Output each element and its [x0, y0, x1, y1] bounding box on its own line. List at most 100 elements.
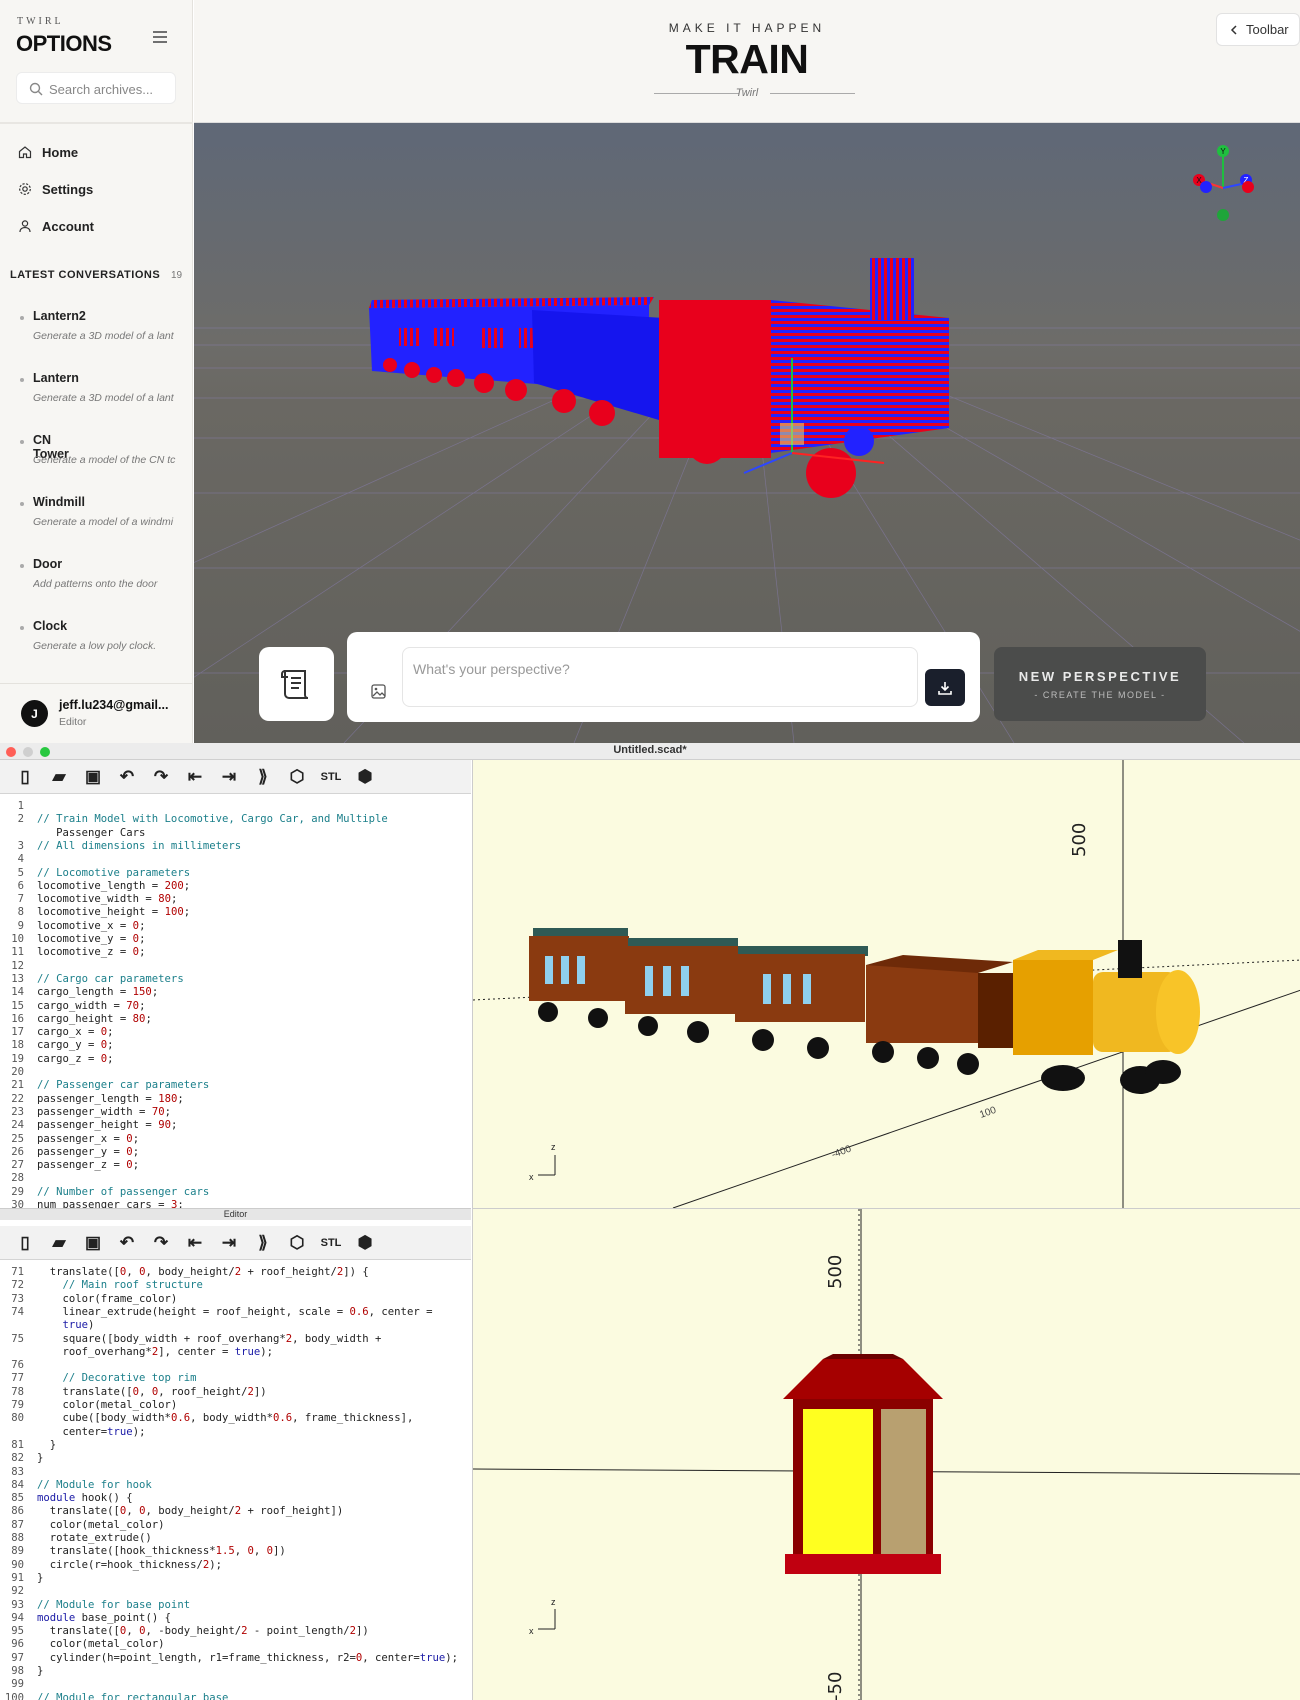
window-title: Untitled.scad*: [613, 744, 687, 756]
new-perspective-button[interactable]: NEW PERSPECTIVE - CREATE THE MODEL -: [994, 647, 1206, 721]
line-number: 85: [11, 1492, 24, 1505]
open-folder-icon[interactable]: ▰: [42, 1229, 76, 1257]
create-model-label: - CREATE THE MODEL -: [1034, 690, 1166, 700]
user-email: jeff.lu234@gmail...: [59, 698, 169, 712]
sidebar: TWIRL OPTIONS Search archives... Home Se…: [0, 0, 193, 743]
open-folder-icon[interactable]: ▰: [42, 763, 76, 791]
code-line: // Module for hook: [37, 1478, 152, 1491]
editor-toolbar: ▯ ▰ ▣ ↶ ↷ ⇤ ⇥ ⟫ ⬡ STL ⬢: [0, 760, 471, 794]
code-line: // Cargo car parameters: [37, 972, 184, 985]
redo-icon[interactable]: ↷: [144, 763, 178, 791]
code-line: rotate_extrude(): [37, 1532, 152, 1544]
preview-icon[interactable]: ⟫: [246, 1229, 280, 1257]
code-line: true): [62, 1319, 95, 1332]
line-number: 15: [11, 999, 24, 1012]
indent-icon[interactable]: ⇥: [212, 1229, 246, 1257]
passenger-cars: [529, 928, 868, 1059]
axis-x-label: x: [529, 1626, 534, 1636]
new-file-icon[interactable]: ▯: [8, 763, 42, 791]
page-subtitle: Twirl: [735, 87, 759, 99]
code-line: // Passenger car parameters: [37, 1079, 210, 1092]
code-line: // Number of passenger cars: [37, 1185, 210, 1198]
line-number: 77: [11, 1372, 24, 1385]
search-icon: [29, 82, 43, 96]
line-number: 25: [11, 1132, 24, 1145]
window-titlebar: Untitled.scad*: [0, 743, 1300, 760]
axis-label-neg: -50: [825, 1672, 846, 1700]
code-editor-2[interactable]: 71 translate([0, 0, body_height/2 + roof…: [0, 1260, 471, 1700]
toolbar-button[interactable]: Toolbar: [1216, 13, 1300, 46]
new-perspective-label: NEW PERSPECTIVE: [1018, 669, 1182, 684]
indent-icon[interactable]: ⇥: [212, 763, 246, 791]
download-button[interactable]: [925, 669, 965, 706]
code-line: cargo_width = 70;: [37, 999, 146, 1012]
code-line: // All dimensions in millimeters: [37, 839, 242, 852]
unindent-icon[interactable]: ⇤: [178, 1229, 212, 1257]
openscad-viewport-lantern[interactable]: 500 -50 z x: [472, 1208, 1300, 1700]
conversation-title: Windmill: [33, 495, 85, 509]
render-icon[interactable]: ⬡: [280, 1229, 314, 1257]
undo-icon[interactable]: ↶: [110, 1229, 144, 1257]
line-number: 76: [11, 1359, 24, 1372]
nav-home[interactable]: Home: [18, 141, 78, 163]
bullet: [20, 316, 24, 320]
conversation-title: Door: [33, 557, 63, 571]
avatar: J: [21, 700, 48, 727]
preview-icon[interactable]: ⟫: [246, 763, 280, 791]
code-line: passenger_width = 70;: [37, 1105, 171, 1118]
render-icon[interactable]: ⬡: [280, 763, 314, 791]
save-icon[interactable]: ▣: [76, 1229, 110, 1257]
hamburger-menu-icon[interactable]: [152, 30, 168, 44]
code-line: }: [37, 1665, 44, 1677]
line-number: 89: [11, 1545, 24, 1558]
image-icon[interactable]: [371, 684, 386, 699]
code-line: passenger_y = 0;: [37, 1145, 140, 1158]
gizmo-y-label: Y: [1220, 147, 1226, 156]
brand-small: TWIRL: [17, 16, 64, 27]
code-editor-1[interactable]: 1 2 // Train Model with Locomotive, Cargo …: [0, 794, 471, 1208]
nav-home-label: Home: [42, 144, 79, 160]
line-number: 9: [17, 919, 24, 932]
save-icon[interactable]: ▣: [76, 763, 110, 791]
line-number: 2: [17, 813, 24, 826]
new-file-icon[interactable]: ▯: [8, 1229, 42, 1257]
export-stl-button[interactable]: STL: [314, 1229, 348, 1257]
cargo-car: [866, 955, 1013, 1075]
prompt-input[interactable]: What's your perspective?: [402, 647, 918, 707]
code-line: locomotive_length = 200;: [37, 879, 191, 892]
line-number: 11: [11, 946, 24, 959]
page-header: MAKE IT HAPPEN TRAIN Twirl: [194, 0, 1300, 123]
code-line: locomotive_x = 0;: [37, 919, 146, 932]
nav-account[interactable]: Account: [18, 215, 94, 237]
line-number: 82: [11, 1452, 24, 1465]
code-line: square([body_width + roof_overhang*2, bo…: [37, 1332, 382, 1345]
code-line: color(frame_color): [37, 1292, 178, 1305]
redo-icon[interactable]: ↷: [144, 1229, 178, 1257]
undo-icon[interactable]: ↶: [110, 763, 144, 791]
openscad-viewport-train[interactable]: 500 -400 100 z x: [472, 760, 1300, 1208]
unindent-icon[interactable]: ⇤: [178, 763, 212, 791]
code-line: cargo_x = 0;: [37, 1026, 114, 1039]
line-number: 93: [11, 1598, 24, 1611]
script-button[interactable]: [259, 647, 334, 721]
search-input[interactable]: Search archives...: [16, 72, 176, 104]
line-number: 12: [11, 959, 24, 972]
export-3d-icon[interactable]: ⬢: [348, 1229, 382, 1257]
axis-gizmo[interactable]: Y X Z: [1184, 143, 1264, 233]
lantern: [783, 1354, 943, 1574]
line-number: 8: [17, 906, 24, 919]
axis-z-label: z: [551, 1142, 556, 1152]
nav-settings[interactable]: Settings: [18, 178, 93, 200]
export-stl-button[interactable]: STL: [314, 763, 348, 791]
code-line: // Module for rectangular base: [37, 1691, 229, 1700]
code-line: translate([0, 0, body_height/2 + roof_he…: [37, 1266, 369, 1278]
line-number: 21: [11, 1079, 24, 1092]
code-line: locomotive_width = 80;: [37, 893, 178, 906]
code-line: cargo_y = 0;: [37, 1039, 114, 1052]
line-number: 90: [11, 1558, 24, 1571]
nav-account-label: Account: [42, 218, 94, 234]
code-line: }: [37, 1438, 57, 1451]
export-3d-icon[interactable]: ⬢: [348, 763, 382, 791]
line-number: 80: [11, 1412, 24, 1425]
line-number: 13: [11, 972, 24, 985]
